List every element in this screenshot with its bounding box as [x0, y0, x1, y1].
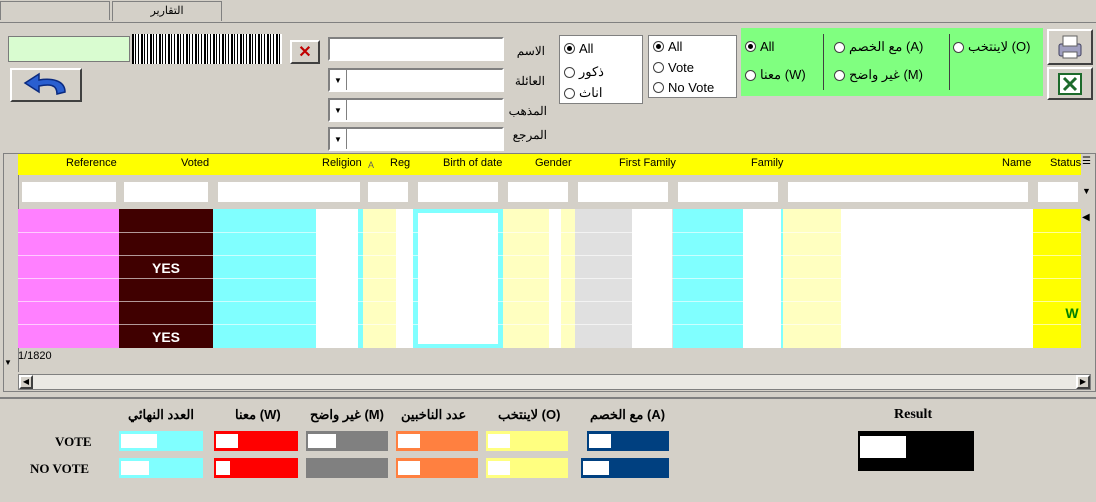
excel-export-button[interactable]: [1047, 67, 1093, 100]
status-all-radio[interactable]: All: [745, 39, 774, 54]
status-noelect-radio[interactable]: لاينتخب (O): [953, 39, 1030, 55]
status-ours-radio[interactable]: معنا (W): [745, 67, 806, 83]
summary-panel: العدد النهائي معنا (W) غير واضح (M) عدد …: [0, 397, 1096, 502]
vote-row-label: VOTE: [55, 434, 92, 449]
scroll-left-icon[interactable]: ◀: [19, 375, 33, 389]
vote-yes-radio[interactable]: Vote: [653, 60, 694, 75]
status-with-radio[interactable]: مع الخصم (A): [834, 39, 923, 55]
vote-ours-value: [214, 431, 298, 451]
gender-all-radio[interactable]: All: [564, 41, 593, 56]
novote-with-value: [581, 458, 669, 478]
grid-header: Reference Voted Religion A Reg Birth of …: [18, 154, 1081, 175]
novote-noelect-value: [486, 458, 568, 478]
vote-with-value: [587, 431, 669, 451]
row-5-status: W: [1065, 305, 1079, 321]
vote-noelect-value: [486, 431, 568, 451]
marja-label: المرجع: [512, 128, 547, 142]
summary-ours-header: معنا (W): [235, 407, 281, 422]
gender-filter-group: All ذكور اناث: [559, 35, 643, 104]
col-voted[interactable]: Voted: [181, 157, 209, 169]
chevron-down-icon: ▼: [330, 100, 347, 120]
chevron-down-icon: ▼: [330, 129, 347, 149]
summary-unclear-header: غير واضح (M): [310, 407, 384, 422]
filter-family[interactable]: [678, 182, 778, 202]
filter-voted[interactable]: [124, 182, 208, 202]
excel-icon: [1058, 72, 1082, 95]
print-button[interactable]: [1047, 29, 1093, 65]
status-unclear-radio[interactable]: غير واضح (M): [834, 67, 923, 83]
col-reference[interactable]: Reference: [66, 157, 117, 169]
filter-first-family[interactable]: [578, 182, 668, 202]
status-filter-group: All معنا (W) مع الخصم (A) غير واضح (M) ل…: [741, 28, 1043, 96]
current-row-icon: ◀: [1082, 212, 1090, 223]
sort-marker: A: [368, 160, 375, 170]
col-family[interactable]: Family: [751, 157, 783, 169]
summary-with-header: مع الخصم (A): [590, 407, 666, 422]
gender-female-radio[interactable]: اناث: [564, 85, 602, 101]
filter-reg[interactable]: [368, 182, 408, 202]
vote-all-radio[interactable]: All: [653, 39, 682, 54]
summary-noelect-header: لاينتخب (O): [498, 407, 561, 422]
scroll-down-icon[interactable]: ▼: [4, 358, 12, 367]
tab-reports[interactable]: التقارير: [112, 1, 222, 21]
undo-button[interactable]: [10, 68, 82, 102]
col-reg[interactable]: Reg: [390, 157, 410, 169]
religion-dropdown[interactable]: ▼: [328, 98, 504, 122]
undo-icon: [23, 72, 66, 95]
result-value: [858, 431, 974, 471]
novote-row-label: NO VOTE: [30, 461, 90, 476]
barcode-icon: [132, 34, 282, 64]
tab-main[interactable]: [0, 1, 110, 20]
name-label: الاسم: [516, 44, 545, 58]
col-religion[interactable]: Religion: [322, 157, 362, 169]
row-3-voted: YES: [151, 260, 180, 276]
novote-unclear-value: [306, 458, 388, 478]
result-label: Result: [894, 407, 933, 422]
col-name[interactable]: Name: [1002, 157, 1031, 169]
filter-gender[interactable]: [508, 182, 568, 202]
vote-no-radio[interactable]: No Vote: [653, 80, 714, 95]
summary-voters-header: عدد الناخبين: [401, 407, 467, 422]
col-gender[interactable]: Gender: [535, 157, 572, 169]
novote-voters-value: [396, 458, 478, 478]
vote-final-value: [119, 431, 203, 451]
row-6-voted: YES: [151, 329, 180, 345]
filter-birth[interactable]: [418, 182, 498, 202]
col-first-family[interactable]: First Family: [619, 157, 676, 169]
family-dropdown[interactable]: ▼: [328, 68, 504, 92]
filter-status[interactable]: [1038, 182, 1078, 202]
marja-dropdown[interactable]: ▼: [328, 127, 504, 151]
row-indicator-column: [4, 154, 19, 372]
close-icon: ✕: [298, 44, 312, 61]
filter-dropdown-icon[interactable]: ▼: [1082, 186, 1091, 196]
novote-ours-value: [214, 458, 298, 478]
grid-filter-row: [18, 178, 1081, 206]
gender-male-radio[interactable]: ذكور: [564, 64, 604, 80]
col-birth[interactable]: Birth of date: [443, 157, 502, 169]
summary-final-header: العدد النهائي: [128, 407, 194, 422]
scan-status-box: [8, 36, 130, 62]
filter-name[interactable]: [788, 182, 1028, 202]
grid-body: YES YES W: [18, 209, 1081, 348]
clear-button[interactable]: ✕: [290, 40, 320, 64]
horizontal-scrollbar[interactable]: ◀ ▶: [18, 374, 1091, 390]
vote-filter-group: All Vote No Vote: [648, 35, 737, 98]
column-chooser-icon[interactable]: ☰: [1082, 156, 1093, 172]
religion-label: المذهب: [508, 104, 547, 118]
name-input[interactable]: [328, 37, 504, 61]
vote-unclear-value: [306, 431, 388, 451]
chevron-down-icon: ▼: [330, 70, 347, 90]
col-status[interactable]: Status: [1050, 157, 1081, 169]
vote-voters-value: [396, 431, 478, 451]
filter-reference[interactable]: [22, 182, 116, 202]
filter-religion[interactable]: [218, 182, 360, 202]
novote-final-value: [119, 458, 203, 478]
record-counter: 1/1820: [18, 350, 52, 362]
family-label: العائلة: [514, 74, 545, 88]
scroll-right-icon[interactable]: ▶: [1076, 375, 1090, 389]
printer-icon: [1058, 35, 1082, 59]
